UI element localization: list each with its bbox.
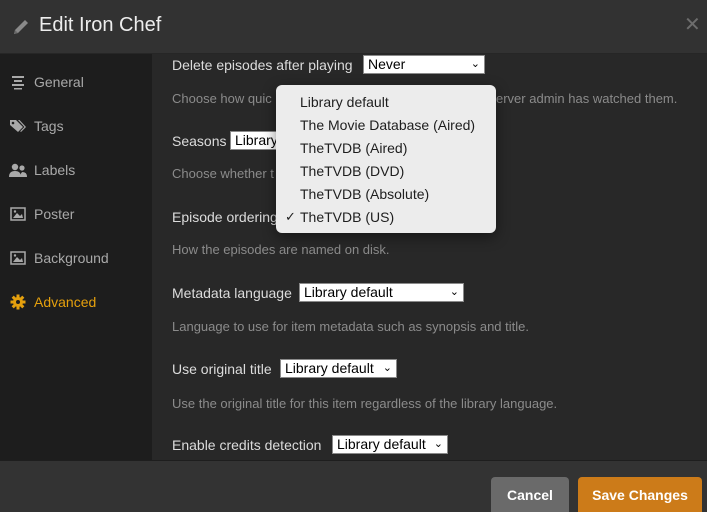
- delete-episodes-select[interactable]: Never ⌄: [363, 55, 485, 74]
- select-value: Library: [235, 132, 278, 148]
- metadata-language-select[interactable]: Library default ⌄: [299, 283, 464, 302]
- setting-label-episode-ordering: Episode ordering: [172, 209, 278, 225]
- dropdown-option[interactable]: TheTVDB (DVD): [276, 161, 496, 183]
- setting-label-metadata-language: Metadata language: [172, 285, 292, 301]
- select-value: Library default: [285, 360, 374, 376]
- setting-description: Use the original title for this item reg…: [172, 396, 558, 411]
- sidebar-item-label: General: [34, 74, 84, 90]
- setting-description: Language to use for item metadata such a…: [172, 319, 529, 334]
- close-icon[interactable]: ✕: [684, 15, 702, 35]
- setting-label-use-original-title: Use original title: [172, 361, 272, 377]
- pencil-icon: [14, 20, 28, 34]
- checkmark-icon: ✓: [285, 209, 296, 224]
- chevron-down-icon: ⌄: [470, 58, 480, 70]
- sidebar-item-labels[interactable]: Labels: [0, 155, 152, 185]
- sidebar-item-label: Advanced: [34, 294, 97, 310]
- option-label: TheTVDB (Aired): [300, 140, 408, 156]
- chevron-down-icon: ⌄: [382, 362, 392, 374]
- use-original-title-select[interactable]: Library default ⌄: [280, 359, 397, 378]
- dropdown-option[interactable]: TheTVDB (Absolute): [276, 184, 496, 206]
- episode-ordering-dropdown: Library default The Movie Database (Aire…: [276, 85, 496, 233]
- dropdown-option[interactable]: TheTVDB (Aired): [276, 138, 496, 160]
- setting-label-enable-credits-detection: Enable credits detection: [172, 437, 322, 453]
- select-value: Library default: [304, 284, 393, 300]
- option-label: Library default: [300, 94, 389, 110]
- setting-label-delete-episodes: Delete episodes after playing: [172, 57, 353, 73]
- setting-description: erver admin has watched them.: [496, 91, 678, 106]
- dropdown-option[interactable]: Library default: [276, 92, 496, 114]
- modal-footer: Cancel Save Changes: [0, 460, 707, 512]
- dropdown-option[interactable]: The Movie Database (Aired): [276, 115, 496, 137]
- setting-description: Choose whether t: [172, 166, 274, 181]
- chevron-down-icon: ⌄: [449, 286, 459, 298]
- image-icon: [10, 207, 26, 221]
- select-value: Never: [368, 56, 406, 72]
- sidebar-item-background[interactable]: Background: [0, 243, 152, 273]
- sidebar-item-poster[interactable]: Poster: [0, 199, 152, 229]
- sidebar-item-label: Background: [34, 250, 109, 266]
- save-changes-button[interactable]: Save Changes: [578, 477, 702, 512]
- sidebar-item-label: Tags: [34, 118, 64, 134]
- dropdown-option-selected[interactable]: ✓ TheTVDB (US): [276, 207, 496, 229]
- modal-header: Edit Iron Chef ✕: [0, 0, 707, 54]
- sidebar: General Tags Labels Poster Background Ad…: [0, 54, 152, 460]
- sidebar-item-label: Labels: [34, 162, 76, 178]
- chevron-down-icon: ⌄: [433, 438, 443, 450]
- select-value: Library default: [337, 436, 426, 452]
- sidebar-item-label: Poster: [34, 206, 75, 222]
- image-icon: [10, 251, 26, 265]
- option-label: TheTVDB (DVD): [300, 163, 405, 179]
- tag-icon: [10, 120, 26, 132]
- list-icon: [12, 76, 24, 90]
- gear-icon: [10, 294, 26, 310]
- cancel-button[interactable]: Cancel: [491, 477, 569, 512]
- setting-label-seasons: Seasons: [172, 133, 227, 149]
- sidebar-item-general[interactable]: General: [0, 67, 152, 97]
- option-label: TheTVDB (Absolute): [300, 186, 430, 202]
- setting-description: Choose how quic: [172, 91, 272, 106]
- enable-credits-detection-select[interactable]: Library default ⌄: [332, 435, 448, 454]
- users-icon: [9, 163, 27, 177]
- modal-title: Edit Iron Chef: [39, 14, 162, 36]
- sidebar-item-advanced[interactable]: Advanced: [0, 287, 152, 317]
- option-label: TheTVDB (US): [300, 209, 395, 225]
- setting-description: How the episodes are named on disk.: [172, 242, 390, 257]
- sidebar-item-tags[interactable]: Tags: [0, 111, 152, 141]
- option-label: The Movie Database (Aired): [300, 117, 476, 133]
